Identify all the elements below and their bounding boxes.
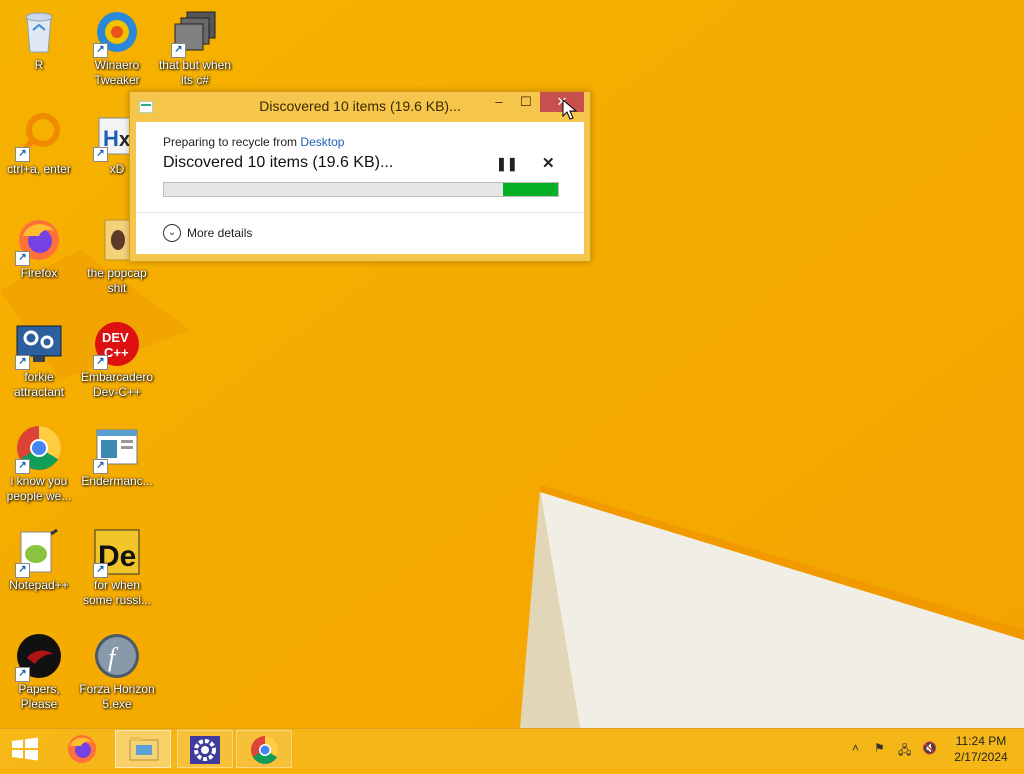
desktop-icon-label: for when some russi... <box>82 578 151 607</box>
notepadpp-icon: ↗ <box>15 528 63 578</box>
desktop-icon-that-but-when[interactable]: ↗ that but when its c# <box>156 0 234 100</box>
winaero-icon: ↗ <box>93 8 141 58</box>
action-center-flag-icon[interactable]: ⚑ <box>874 741 885 755</box>
desktop-icon-firefox[interactable]: ↗ Firefox <box>0 208 78 308</box>
devcpp-icon: DEV C++ ↗ <box>93 320 141 370</box>
clock-time: 11:24 PM <box>955 734 1007 748</box>
taskbar: ˄ ⚑ 🖧 🔇 11:24 PM 2/17/2024 <box>0 728 1024 769</box>
pause-button[interactable]: ❚❚ <box>496 156 518 172</box>
desktop-icon-notepadpp[interactable]: ↗ Notepad++ <box>0 520 78 620</box>
shortcut-arrow-icon: ↗ <box>93 459 108 474</box>
shortcut-arrow-icon: ↗ <box>93 355 108 370</box>
desktop-icon-label: i know you people we... <box>6 474 72 503</box>
shortcut-arrow-icon: ↗ <box>171 43 186 58</box>
desktop-icon-label: Firefox <box>20 266 58 280</box>
window-app-icon: ↗ <box>93 424 141 474</box>
gear-icon <box>190 736 220 764</box>
operation-description: Preparing to recycle from Desktop <box>163 135 344 149</box>
shortcut-arrow-icon: ↗ <box>93 147 108 162</box>
flash-icon: f <box>93 632 141 680</box>
search-ring-icon: ↗ <box>15 112 63 162</box>
recycle-progress-dialog[interactable]: Discovered 10 items (19.6 KB)... – ☐ ✕ P… <box>129 91 591 262</box>
chrome-icon: ↗ <box>15 424 63 474</box>
progress-fill <box>502 183 558 196</box>
cancel-button[interactable]: ✕ <box>542 154 555 172</box>
windows-logo-icon <box>12 737 38 761</box>
folder-icon <box>129 737 159 761</box>
mouse-cursor-icon <box>562 99 578 120</box>
desktop-icon-label: ctrl+a, enter <box>7 162 71 176</box>
more-details-toggle[interactable]: ⌄ More details <box>163 224 252 246</box>
more-details-label: More details <box>187 226 253 240</box>
progress-bar <box>163 182 559 197</box>
show-hidden-icons-button[interactable]: ˄ <box>852 741 859 755</box>
desktop-icon-chrome[interactable]: ↗ i know you people we... <box>0 416 78 516</box>
divider <box>136 212 584 213</box>
shortcut-arrow-icon: ↗ <box>15 147 30 162</box>
desktop-icon-label: forkie attractant <box>13 370 65 399</box>
desktop-icon-label: Forza Horizon 5.exe <box>79 682 155 711</box>
desktop-icon-label: the popcap shit <box>87 266 147 295</box>
desktop-icon-devcpp[interactable]: DEV C++ ↗ Embarcadero Dev-C++ <box>78 312 156 412</box>
operation-text: Preparing to recycle from <box>163 135 298 149</box>
svg-text:DEV: DEV <box>102 330 129 345</box>
desktop-icon-forkie[interactable]: ↗ forkie attractant <box>0 312 78 412</box>
desktop-icon-endermanch[interactable]: ↗ Endermanc... <box>78 416 156 516</box>
shortcut-arrow-icon: ↗ <box>15 667 30 682</box>
dialog-titlebar[interactable]: Discovered 10 items (19.6 KB)... – ☐ ✕ <box>130 92 590 120</box>
desktop-icon-label: that but when its c# <box>158 58 232 87</box>
chevron-down-icon: ⌄ <box>163 224 181 242</box>
shortcut-arrow-icon: ↗ <box>93 563 108 578</box>
desktop-icon-label: Winaero Tweaker <box>94 58 140 87</box>
shortcut-arrow-icon: ↗ <box>15 563 30 578</box>
taskbar-settings[interactable] <box>177 730 233 768</box>
desktop-icon-label: Embarcadero Dev-C++ <box>80 370 154 399</box>
papers-please-icon: ↗ <box>15 632 63 682</box>
stacked-windows-icon: ↗ <box>171 8 219 58</box>
desktop-icon-ctrl-a-enter[interactable]: ↗ ctrl+a, enter <box>0 104 78 204</box>
recycle-bin-icon <box>15 8 63 56</box>
firefox-icon: ↗ <box>15 216 63 266</box>
desktop-icon-forza[interactable]: f Forza Horizon 5.exe <box>78 624 156 724</box>
desktop-icon-label: Papers, Please <box>18 682 60 711</box>
network-icon[interactable]: 🖧 <box>898 741 911 762</box>
shortcut-arrow-icon: ↗ <box>15 355 30 370</box>
desktop-icon-for-when[interactable]: De ↗ for when some russi... <box>78 520 156 620</box>
taskbar-chrome[interactable] <box>236 730 292 768</box>
start-button[interactable] <box>8 735 42 763</box>
volume-muted-icon[interactable]: 🔇 <box>922 741 937 755</box>
clock-date: 2/17/2024 <box>954 750 1008 764</box>
system-clock[interactable]: 11:24 PM 2/17/2024 <box>948 733 1014 765</box>
monitor-gear-icon: ↗ <box>15 320 63 370</box>
desktop-icon-papers-please[interactable]: ↗ Papers, Please <box>0 624 78 724</box>
minimize-button[interactable]: – <box>488 92 510 112</box>
shortcut-arrow-icon: ↗ <box>15 459 30 474</box>
maximize-button[interactable]: ☐ <box>515 92 537 112</box>
desktop-icon-r[interactable]: R <box>0 0 78 100</box>
dialog-content: Preparing to recycle from Desktop Discov… <box>136 122 584 254</box>
shortcut-arrow-icon: ↗ <box>93 43 108 58</box>
desktop-icon-label: Notepad++ <box>9 578 69 592</box>
desktop-icon-label: Endermanc... <box>81 474 153 488</box>
desktop-icon-winaero[interactable]: ↗ Winaero Tweaker <box>78 0 156 100</box>
taskbar-file-explorer[interactable] <box>115 730 171 768</box>
shortcut-arrow-icon: ↗ <box>15 251 30 266</box>
taskbar-firefox[interactable] <box>54 730 110 768</box>
de-icon: De ↗ <box>93 528 141 578</box>
progress-status-text: Discovered 10 items (19.6 KB)... <box>163 154 394 171</box>
source-folder-link[interactable]: Desktop <box>300 135 344 149</box>
firefox-icon <box>68 735 96 763</box>
chrome-icon <box>251 736 279 764</box>
desktop-icon-label: R <box>34 58 44 72</box>
